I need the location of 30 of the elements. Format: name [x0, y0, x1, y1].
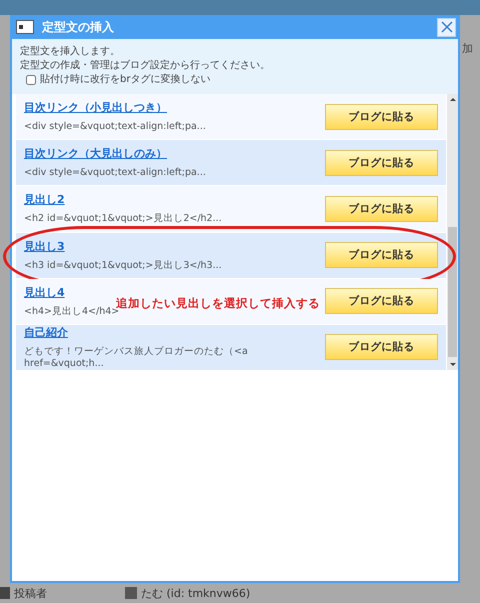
paste-button[interactable]: ブログに貼る: [325, 242, 438, 268]
scrollbar[interactable]: [447, 94, 458, 370]
template-link[interactable]: 見出し3: [24, 238, 65, 254]
checkbox[interactable]: [26, 74, 36, 84]
info-text: 定型文を挿入します。: [20, 45, 121, 58]
snippet-text: どもです！ワーゲンバス旅人ブロガーのたむ（<a href=&vquot;h...: [24, 346, 249, 370]
paste-button[interactable]: ブログに貼る: [325, 150, 438, 176]
info-text: 定型文の作成・管理はブログ設定から行ってください。: [20, 59, 271, 72]
checkbox-label: 貼付け時に改行をbrタグに変換しない: [40, 73, 210, 86]
template-link[interactable]: 目次リンク（小見出しつき）: [24, 100, 167, 116]
snippet-text: <div style=&vquot;text-align:left;pa...: [24, 121, 206, 134]
paste-button[interactable]: ブログに貼る: [325, 104, 438, 130]
snippet-text: <h2 id=&vquot;1&vquot;>見出し2</h2...: [24, 213, 222, 226]
paste-button[interactable]: ブログに貼る: [325, 288, 438, 314]
paste-button[interactable]: ブログに貼る: [325, 196, 438, 222]
window-title: 定型文の挿入: [42, 18, 115, 36]
window-icon: [16, 20, 34, 34]
paste-button[interactable]: ブログに貼る: [325, 334, 438, 360]
template-link[interactable]: 見出し2: [24, 192, 65, 208]
page-text: 加: [462, 41, 473, 56]
template-link[interactable]: 見出し4: [24, 284, 65, 300]
close-icon: [440, 21, 452, 33]
snippet-text: <div style=&vquot;text-align:left;pa...: [24, 167, 206, 180]
user-name: たむ (id: tmknvw66): [141, 586, 250, 600]
scroll-thumb[interactable]: [448, 227, 457, 357]
snippet-text: <h3 id=&vquot;1&vquot;>見出し3</h3...: [24, 260, 222, 272]
close-button[interactable]: [437, 18, 456, 36]
template-link[interactable]: 自己紹介: [24, 324, 68, 340]
template-link[interactable]: 目次リンク（大見出しのみ）: [24, 146, 167, 162]
field-label: 投稿者: [14, 586, 47, 600]
